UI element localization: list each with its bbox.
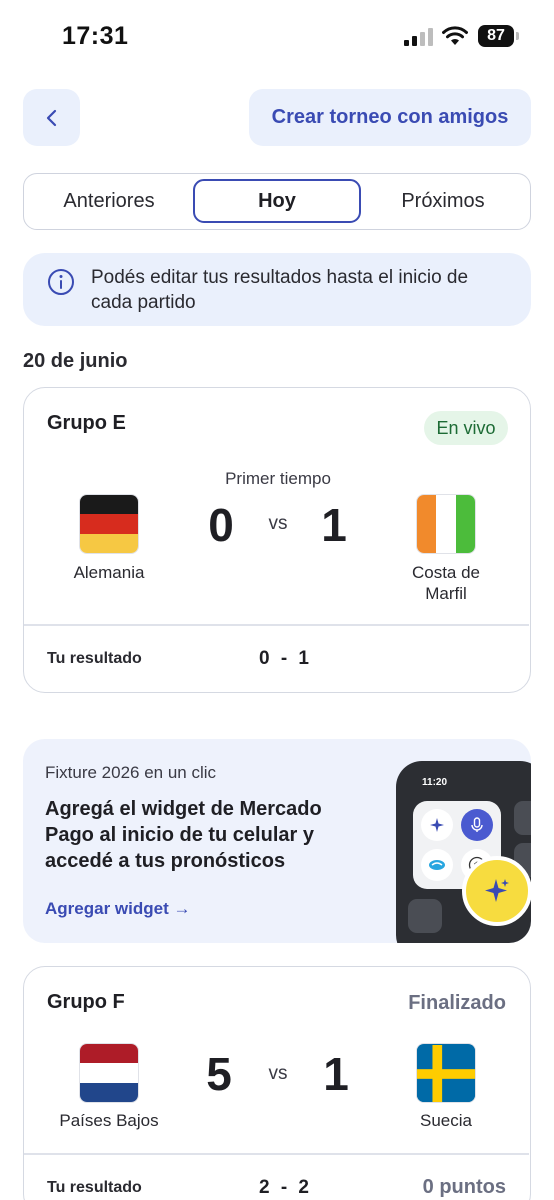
sparkle-icon (421, 809, 453, 841)
date-tabs: Anteriores Hoy Próximos (23, 173, 531, 230)
promo-kicker: Fixture 2026 en un clic (45, 763, 217, 782)
away-score: 1 (323, 1048, 349, 1100)
germany-flag-icon (79, 494, 139, 554)
sparkle-fab-icon (462, 856, 531, 926)
your-result-score[interactable]: 2 - 2 (239, 1177, 329, 1199)
handshake-icon (421, 849, 453, 881)
flag-stripe (80, 1063, 138, 1083)
flag-stripe (80, 514, 138, 534)
widget-promo-banner[interactable]: Fixture 2026 en un clic Agregá el widget… (23, 739, 531, 943)
flag-stripe (80, 495, 138, 515)
phone-illustration: 11:20 (396, 761, 531, 943)
your-result-label: Tu resultado (47, 650, 142, 667)
cellular-signal-icon (404, 28, 433, 46)
chevron-left-icon (46, 109, 56, 126)
match-period: Primer tiempo (225, 469, 331, 488)
flag-stripe (80, 533, 138, 553)
match-card[interactable]: Grupo E En vivo Primer tiempo Alemania 0… (23, 387, 531, 693)
sweden-flag-icon (416, 1043, 476, 1103)
vs-label: vs (268, 1063, 288, 1084)
date-heading: 20 de junio (23, 350, 128, 372)
points-label: 0 puntos (422, 1176, 506, 1198)
microphone-icon (461, 809, 493, 841)
card-divider (24, 1153, 529, 1155)
app-tile (514, 801, 531, 835)
flag-stripe (80, 1044, 138, 1064)
info-text: Podés editar tus resultados hasta el ini… (91, 267, 469, 313)
match-card[interactable]: Grupo F Finalizado Países Bajos 5 vs 1 S… (23, 966, 531, 1200)
battery-icon: 87 (478, 25, 514, 47)
tab-upcoming[interactable]: Próximos (358, 174, 528, 228)
battery-level: 87 (487, 27, 505, 44)
flag-stripe (417, 495, 437, 553)
back-button[interactable] (23, 89, 80, 146)
vs-label: vs (268, 513, 288, 534)
card-divider (24, 624, 529, 626)
home-team-name: Países Bajos (59, 1111, 159, 1130)
netherlands-flag-icon (79, 1043, 139, 1103)
status-bar: 17:31 87 (0, 0, 554, 72)
promo-title: Agregá el widget de Mercado Pago al inic… (45, 798, 322, 872)
tab-previous[interactable]: Anteriores (24, 174, 194, 228)
wifi-icon (442, 26, 468, 45)
group-title: Grupo E (47, 412, 126, 434)
flag-stripe (80, 1082, 138, 1102)
away-team-name: Costa de Marfil (411, 563, 481, 603)
home-score: 5 (206, 1048, 232, 1100)
battery-tip (516, 32, 519, 40)
status-badge-finished: Finalizado (408, 992, 506, 1014)
info-icon (48, 269, 74, 295)
info-banner: Podés editar tus resultados hasta el ini… (23, 253, 531, 326)
app-tile (408, 899, 442, 933)
flag-stripe (455, 495, 475, 553)
add-widget-link[interactable]: Agregar widget → (45, 899, 190, 919)
flag-stripe (436, 495, 456, 553)
away-score: 1 (321, 499, 347, 551)
phone-time: 11:20 (422, 777, 448, 788)
away-team-name: Suecia (420, 1111, 472, 1130)
tab-today[interactable]: Hoy (193, 179, 361, 223)
home-team-name: Alemania (73, 563, 145, 582)
your-result-score[interactable]: 0 - 1 (239, 648, 329, 670)
home-score: 0 (208, 499, 234, 551)
status-badge-live: En vivo (424, 411, 508, 445)
group-title: Grupo F (47, 991, 125, 1013)
your-result-label: Tu resultado (47, 1179, 142, 1196)
ivory-coast-flag-icon (416, 494, 476, 554)
sweden-cross (417, 1045, 475, 1102)
create-tournament-button[interactable]: Crear torneo con amigos (249, 89, 531, 146)
status-time: 17:31 (62, 22, 129, 50)
